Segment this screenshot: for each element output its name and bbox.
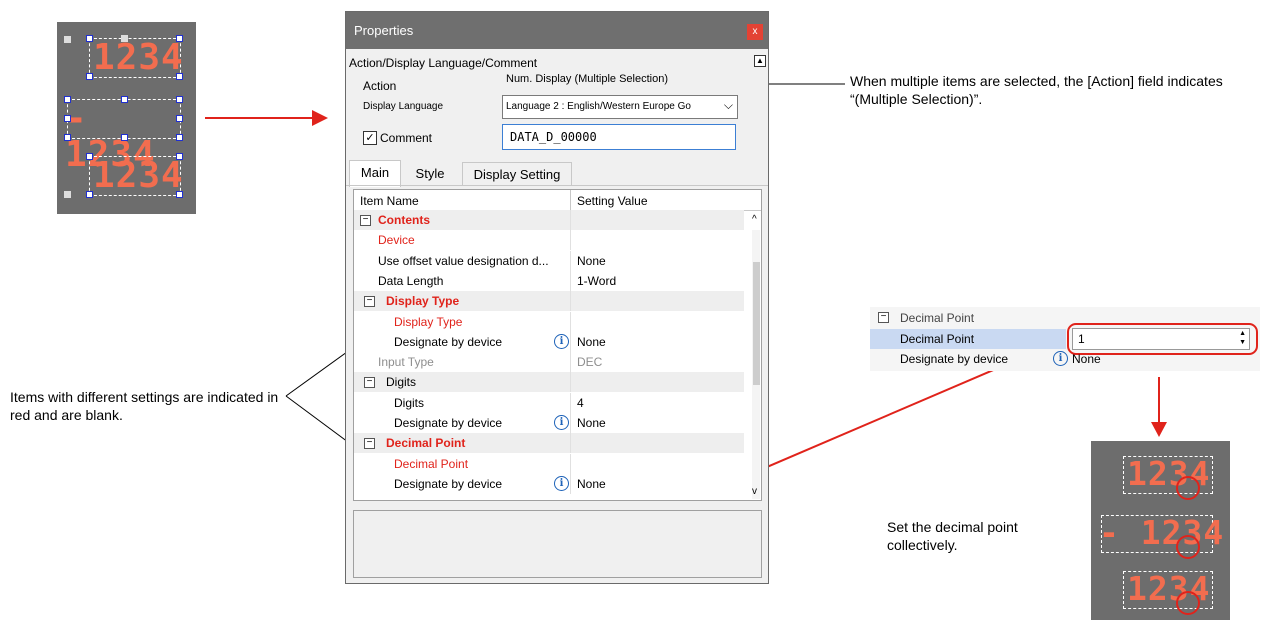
table-row[interactable]: Designate by device i None: [354, 413, 744, 433]
close-button[interactable]: x: [747, 24, 763, 40]
row-item-name: Display Type: [394, 314, 463, 329]
annotation-different-settings: Items with different settings are indica…: [10, 389, 279, 423]
table-row[interactable]: Designate by device i None: [354, 331, 744, 352]
snippet-row1-name: Decimal Point: [900, 332, 975, 346]
arrow-head: [1151, 422, 1167, 437]
tab-divider: [346, 185, 768, 186]
row-item-name: Use offset value designation d...: [378, 253, 549, 268]
table-row[interactable]: − Display Type: [354, 291, 744, 312]
row-setting-value[interactable]: None: [577, 477, 606, 491]
action-label: Action: [363, 79, 397, 93]
chevron-down-icon: ⌵: [723, 98, 733, 112]
tab-main[interactable]: Main: [349, 160, 401, 187]
snippet-row2-value: None: [1072, 352, 1101, 366]
action-value: Num. Display (Multiple Selection): [506, 73, 668, 85]
info-icon[interactable]: i: [1053, 351, 1068, 366]
collapse-toggle[interactable]: −: [360, 215, 371, 226]
row-item-name: Digits: [386, 375, 417, 390]
info-icon[interactable]: i: [554, 333, 569, 349]
row-setting-value[interactable]: None: [577, 416, 606, 430]
table-row[interactable]: Designate by device i None: [354, 473, 744, 494]
dialog-titlebar[interactable]: Properties x: [346, 12, 768, 49]
collapse-toggle[interactable]: −: [878, 312, 889, 323]
row-item-name: Designate by device: [394, 476, 503, 491]
row-item-name: Data Length: [378, 273, 444, 288]
dialog-title: Properties: [354, 23, 414, 38]
display-language-label: Display Language: [363, 101, 444, 112]
properties-dialog: Properties x Action/Display Language/Com…: [345, 11, 769, 584]
table-row[interactable]: − Decimal Point: [354, 433, 744, 454]
value-highlight: [1067, 323, 1258, 355]
row-item-name: Designate by device: [394, 334, 503, 349]
comment-value: DATA_D_00000: [510, 130, 597, 144]
row-setting-value[interactable]: 4: [577, 396, 584, 410]
row-item-name: Designate by device: [394, 416, 503, 430]
collapse-toggle[interactable]: −: [364, 296, 375, 308]
section-header: Action/Display Language/Comment: [349, 56, 538, 70]
row-item-name: Decimal Point: [386, 436, 466, 451]
snippet-selected-row[interactable]: Decimal Point: [870, 329, 1066, 349]
snippet-row2-name: Designate by device: [900, 352, 1009, 366]
table-row[interactable]: − Digits: [354, 372, 744, 393]
result-display-2: - 1234: [1099, 513, 1225, 552]
decimal-point-marker: [1176, 591, 1200, 615]
row-item-name: Input Type: [378, 355, 434, 370]
display-language-select[interactable]: Language 2 : English/Western Europe Go ⌵: [502, 95, 738, 119]
table-row[interactable]: Digits 4: [354, 392, 744, 413]
decimal-point-marker: [1176, 476, 1200, 500]
row-item-name: Contents: [378, 213, 430, 227]
collapse-toggle[interactable]: −: [364, 438, 375, 450]
table-row[interactable]: − Contents: [354, 210, 744, 230]
comment-label: Comment: [380, 131, 433, 145]
info-icon[interactable]: i: [554, 415, 569, 430]
row-setting-value[interactable]: None: [577, 254, 606, 268]
table-row[interactable]: Display Type: [354, 311, 744, 332]
scrollbar-thumb[interactable]: [753, 262, 760, 385]
row-item-name: Display Type: [386, 294, 460, 309]
column-header-item-name: Item Name: [360, 194, 419, 208]
comment-checkbox[interactable]: ✓: [363, 131, 377, 145]
description-pane: [353, 510, 762, 578]
grid-rows: − Contents Device Use offset value designat…: [354, 210, 752, 498]
decimal-point-snippet: − Decimal Point Decimal Point 1 ▲ ▼ Desi…: [870, 307, 1260, 371]
row-setting-value[interactable]: None: [577, 335, 606, 349]
row-setting-value[interactable]: 1-Word: [577, 274, 616, 288]
arrow-head: [312, 110, 328, 126]
row-item-name: Decimal Point: [394, 456, 469, 471]
vertical-scrollbar[interactable]: [752, 230, 760, 499]
tab-style[interactable]: Style: [401, 162, 459, 185]
property-grid: Item Name Setting Value − Contents Device U…: [353, 189, 762, 501]
collapse-icon[interactable]: ▲: [754, 55, 766, 67]
annotation-decimal-collective: Set the decimal point collectively.: [887, 519, 1018, 553]
row-setting-value[interactable]: DEC: [577, 355, 602, 369]
scroll-down-icon[interactable]: v: [752, 486, 757, 497]
display-language-value: Language 2 : English/Western Europe Go: [506, 101, 691, 112]
row-item-name: Digits: [394, 395, 425, 410]
info-icon[interactable]: i: [554, 475, 569, 491]
table-row[interactable]: Data Length 1-Word: [354, 270, 744, 291]
grid-header: Item Name Setting Value: [354, 190, 761, 211]
decimal-point-marker: [1176, 535, 1200, 559]
tab-display-setting[interactable]: Display Setting: [462, 162, 572, 186]
annotation-multiple-selection: When multiple items are selected, the [A…: [850, 73, 1223, 107]
snippet-group-label: Decimal Point: [900, 311, 975, 325]
result-displays-panel: 1234 - 1234 1234: [1091, 441, 1230, 620]
scroll-up-icon[interactable]: ^: [752, 214, 757, 225]
column-header-setting-value: Setting Value: [577, 194, 648, 208]
row-item-name: Device: [378, 233, 415, 248]
table-row[interactable]: Decimal Point: [354, 453, 744, 474]
table-row[interactable]: Device: [354, 230, 744, 251]
table-row[interactable]: Use offset value designation d... None: [354, 250, 744, 271]
comment-field[interactable]: DATA_D_00000: [502, 124, 736, 150]
collapse-toggle[interactable]: −: [364, 377, 375, 389]
table-row[interactable]: Input Type DEC: [354, 352, 744, 373]
